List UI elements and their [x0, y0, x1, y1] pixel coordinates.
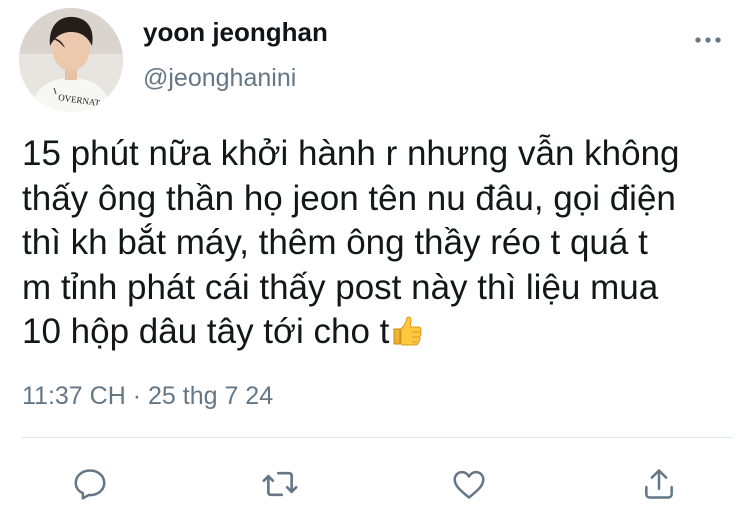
reply-icon [74, 469, 106, 500]
author-name[interactable]: yoon jeonghan [143, 17, 328, 48]
more-horizontal-icon [695, 37, 721, 43]
retweet-icon [262, 471, 298, 497]
tweet-text: 15 phút nữa khởi hành r nhưng vẫn không … [22, 132, 734, 359]
more-options-button[interactable] [690, 28, 726, 52]
tweet-text-line: thấy ông thần họ jeon tên nu đâu, gọi đi… [22, 178, 676, 218]
tweet-text-line: 10 hộp dâu tây tới cho t [22, 312, 390, 351]
tweet-timestamp[interactable]: 11:37 CH [22, 382, 126, 410]
reply-button[interactable] [68, 462, 112, 506]
action-bar [0, 462, 750, 506]
tweet-text-last-line: 10 hộp dâu tây tới cho t [22, 310, 734, 359]
avatar[interactable]: OVERNAT [19, 8, 123, 112]
meta-separator: · [132, 382, 142, 410]
like-button[interactable] [447, 462, 491, 506]
tweet-text-line: m tỉnh phát cái thấy post này thì liệu m… [22, 267, 659, 307]
author-handle[interactable]: @jeonghanini [143, 64, 296, 93]
thumbs-up-emoji [391, 314, 423, 359]
heart-icon [453, 470, 485, 499]
tweet-text-line: thì kh bắt máy, thêm ông thầy réo t quá … [22, 223, 648, 262]
retweet-button[interactable] [258, 462, 302, 506]
divider [22, 437, 732, 438]
tweet-text-line: 15 phút nữa khởi hành r nhưng vẫn không [22, 134, 680, 173]
share-icon [645, 469, 673, 499]
share-button[interactable] [637, 462, 681, 506]
avatar-photo: OVERNAT [19, 8, 123, 112]
tweet-meta: 11:37 CH · 25 thg 7 24 [22, 382, 273, 411]
tweet-date[interactable]: 25 thg 7 24 [148, 382, 273, 410]
